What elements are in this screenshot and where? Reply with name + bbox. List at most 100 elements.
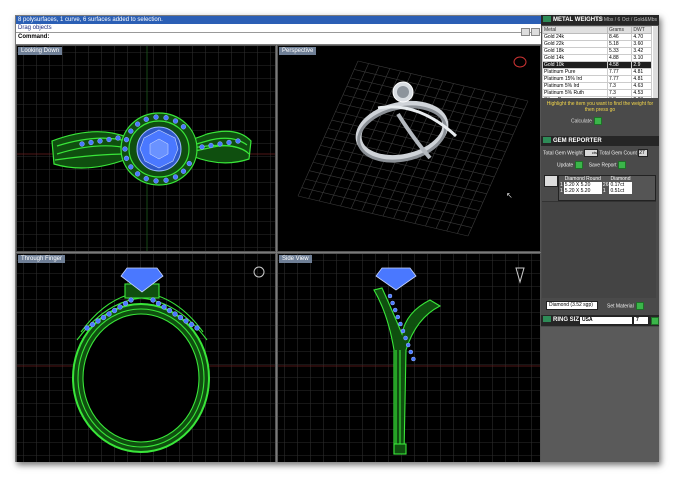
accent-stone [88,139,94,146]
metal-cell: 2.03 [631,96,652,98]
viewport-side[interactable]: Side View [277,253,541,462]
metal-cell: Gold 24k [542,33,608,41]
gem-list-area [542,201,656,298]
metal-cell: 3.8 [606,96,633,98]
save-report-label: Save Report [588,162,617,169]
accent-stone [172,118,179,124]
ring-icon [543,316,551,323]
set-material-button[interactable] [635,302,644,310]
command-history-line: Drag objects [18,25,52,31]
viewport-front[interactable]: Through Finger [16,253,276,462]
accent-stone [405,342,411,348]
accent-stone [106,136,112,143]
accent-stone [134,121,141,127]
viewport-label[interactable]: Looking Down [18,47,63,55]
accent-stone [128,164,134,170]
accent-stone [117,304,123,310]
accent-stone [235,138,241,144]
metal-weights-table: Metal Grams DWT Gold 24k 8.46 4.70 Gold 22k 5.… [542,26,658,98]
metal-row[interactable]: Gold 14k 4.88 3.10 [542,54,652,62]
metal-cell: Platinum 15% Ird [542,75,608,83]
accent-stone [122,300,129,307]
metal-row[interactable]: Platinum Pure 7.77 4.81 [542,68,652,76]
accent-stone [194,325,200,331]
calculate-row: Calculate [571,117,602,125]
command-prompt[interactable]: Command: [16,32,542,42]
ring-axis-icon [253,266,265,278]
metal-column-header[interactable]: Grams [606,26,633,34]
gem-actions-row: Update Save Report [557,161,627,169]
accent-stone [177,314,184,321]
metal-cell: Gold 18k [542,47,608,55]
ring-size-apply-button[interactable] [651,317,659,325]
minimize-icon[interactable] [521,28,530,36]
set-material-row: Set Material [607,302,644,310]
metal-cell: 2.9 [631,61,652,69]
accent-stone [95,318,101,324]
update-button[interactable] [575,161,584,169]
accent-stone [390,300,395,306]
metal-cell: Platinum 5% Ird [542,82,608,90]
material-dropdown[interactable]: Diamond (3.52 sgp) [546,301,598,310]
set-material-label: Set Material [607,303,634,310]
gem-row[interactable]: 1 5.20 X 5.20 1 0.51ct [559,188,632,194]
metal-cell: 5.18 [606,40,633,48]
calculate-label: Calculate [571,118,592,125]
accent-stone [134,171,141,177]
metal-row[interactable]: Silver Pure3.82.03 [542,96,652,98]
accent-stone [217,141,223,147]
metal-row[interactable]: Gold 10k 4.58 2.9 [542,61,652,69]
accent-stone [163,115,169,121]
app-window: 8 polysurfaces, 1 curve, 6 surfaces adde… [15,15,659,462]
update-label: Update [557,162,574,169]
gem-icon [543,137,551,144]
viewport-top[interactable]: Looking Down [16,45,276,252]
accent-stone [153,178,159,184]
accent-stone [180,124,187,130]
ring-size-header: RING SIZE USA 7 [541,315,659,326]
metal-icon [543,16,551,23]
ring-wireframe-front [72,283,210,453]
ring-size-region-dropdown[interactable]: USA [579,316,633,325]
viewport-label[interactable]: Side View [279,255,312,263]
accent-stone [400,328,406,334]
accent-stone [97,138,103,144]
right-panel-empty-area [541,327,659,462]
accent-stone [89,321,96,328]
metal-cell: 4.81 [631,68,652,76]
perspective-grid [297,60,529,237]
accent-stone [166,307,173,314]
ring-size-value-dropdown[interactable]: 7 [633,316,649,325]
metal-row[interactable]: Platinum 5% Ruth 7.3 4.53 [542,89,652,97]
metal-row[interactable]: Gold 24k 8.46 4.70 [542,33,652,41]
metal-table-scrollbar[interactable] [653,26,658,98]
accent-stone [395,314,401,320]
right-panel: METAL WEIGHTS 5.0 Mbs / 6 Oct / Gold&Mbs… [541,15,659,462]
metal-cell: 3.60 [631,40,652,48]
metal-weights-header: METAL WEIGHTS 5.0 Mbs / 6 Oct / Gold&Mbs [541,15,659,25]
accent-stone [208,142,214,149]
total-gem-weight-field: cts [584,149,599,157]
accent-stone [128,297,134,303]
metal-row[interactable]: Platinum 5% Ird 7.3 4.63 [542,82,652,90]
accent-stone [115,135,121,141]
metal-row[interactable]: Platinum 15% Ird 7.77 4.81 [542,75,652,83]
metal-cell: 5.33 [606,47,633,55]
viewport-label[interactable]: Through Finger [18,255,66,263]
perspective-canvas: ↖ [297,56,529,237]
metal-cell: 4.88 [606,54,633,62]
metal-column-header[interactable]: Metal [542,26,608,34]
metal-row[interactable]: Gold 22k 5.18 3.60 [542,40,652,48]
metal-column-header[interactable]: DWT [631,26,652,34]
gem-totals-row: Total Gem Weight cts Total Gem Count 27 [543,149,649,157]
command-area: 8 polysurfaces, 1 curve, 6 surfaces adde… [16,16,542,44]
calculate-button[interactable] [593,117,602,125]
close-icon[interactable] [531,28,540,36]
viewport-perspective[interactable]: Perspective ↖ [277,45,541,252]
metal-cell: 8.46 [606,33,633,41]
save-report-button[interactable] [618,161,627,169]
viewport-label[interactable]: Perspective [279,47,317,55]
accent-stone [411,356,416,362]
metal-row[interactable]: Gold 18k 5.33 3.42 [542,47,652,55]
perspective-axis-icon [513,56,527,68]
